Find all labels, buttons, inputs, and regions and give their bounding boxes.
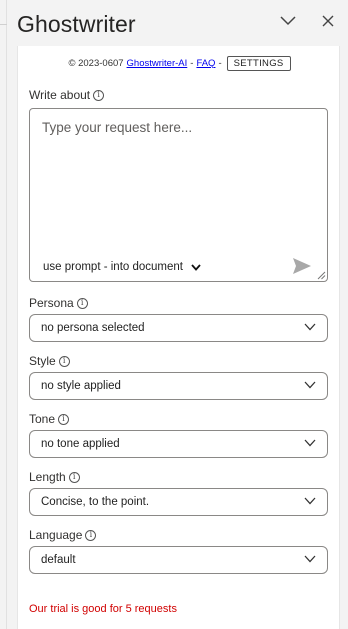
persona-select[interactable]: no persona selected bbox=[29, 314, 328, 342]
info-icon[interactable]: i bbox=[93, 89, 105, 101]
info-icon[interactable]: i bbox=[76, 297, 88, 309]
style-label: Style i bbox=[29, 354, 70, 368]
host-left-strip bbox=[0, 0, 7, 629]
mode-select[interactable]: use prompt - into document bbox=[43, 261, 201, 273]
addin-content: © 2023-0607 Ghostwriter-AI - FAQ - SETTI… bbox=[17, 46, 340, 629]
chevron-down-icon bbox=[304, 323, 316, 331]
send-icon[interactable] bbox=[292, 257, 312, 275]
mode-select-value: use prompt - into document bbox=[43, 261, 183, 273]
copyright-text: © 2023-0607 bbox=[68, 57, 124, 69]
pane-close-button[interactable] bbox=[317, 11, 339, 31]
trial-notice: Our trial is good for 5 requests bbox=[29, 603, 177, 615]
style-label-text: Style bbox=[29, 354, 56, 368]
write-about-label: Write about i bbox=[29, 88, 105, 102]
task-pane-header: Ghostwriter bbox=[7, 0, 348, 46]
tone-select-value: no tone applied bbox=[41, 438, 120, 450]
tone-label-text: Tone bbox=[29, 412, 56, 426]
chevron-down-icon bbox=[191, 263, 201, 271]
persona-label-text: Persona bbox=[29, 296, 74, 310]
language-select[interactable]: default bbox=[29, 546, 328, 574]
host-divider bbox=[0, 24, 7, 25]
topline: © 2023-0607 Ghostwriter-AI - FAQ - SETTI… bbox=[18, 54, 341, 72]
info-icon[interactable]: i bbox=[85, 529, 97, 541]
length-label: Length i bbox=[29, 470, 80, 484]
style-select[interactable]: no style applied bbox=[29, 372, 328, 400]
tone-label: Tone i bbox=[29, 412, 70, 426]
brand-link[interactable]: Ghostwriter-AI bbox=[127, 58, 188, 69]
persona-select-value: no persona selected bbox=[41, 322, 145, 334]
chevron-down-icon bbox=[304, 439, 316, 447]
info-icon[interactable]: i bbox=[58, 355, 70, 367]
chevron-down-icon bbox=[280, 16, 296, 26]
info-icon[interactable]: i bbox=[58, 413, 70, 425]
write-about-label-text: Write about bbox=[29, 88, 91, 102]
separator: - bbox=[218, 57, 222, 69]
chevron-down-icon bbox=[304, 381, 316, 389]
resize-grip-icon[interactable] bbox=[317, 271, 326, 280]
chevron-down-icon bbox=[304, 497, 316, 505]
faq-link[interactable]: FAQ bbox=[196, 58, 215, 69]
tone-select[interactable]: no tone applied bbox=[29, 430, 328, 458]
prompt-textarea[interactable]: Type your request here... use prompt - i… bbox=[29, 108, 328, 282]
length-select[interactable]: Concise, to the point. bbox=[29, 488, 328, 516]
chevron-down-icon bbox=[304, 555, 316, 563]
info-icon[interactable]: i bbox=[68, 471, 80, 483]
language-label: Language i bbox=[29, 528, 97, 542]
language-select-value: default bbox=[41, 554, 76, 566]
style-select-value: no style applied bbox=[41, 380, 121, 392]
length-label-text: Length bbox=[29, 470, 66, 484]
language-label-text: Language bbox=[29, 528, 83, 542]
close-icon bbox=[322, 15, 334, 27]
length-select-value: Concise, to the point. bbox=[41, 496, 150, 508]
separator: - bbox=[190, 57, 194, 69]
prompt-placeholder: Type your request here... bbox=[42, 120, 193, 135]
pane-options-button[interactable] bbox=[277, 11, 299, 31]
settings-button[interactable]: SETTINGS bbox=[226, 55, 291, 71]
pane-title: Ghostwriter bbox=[17, 11, 136, 37]
persona-label: Persona i bbox=[29, 296, 88, 310]
